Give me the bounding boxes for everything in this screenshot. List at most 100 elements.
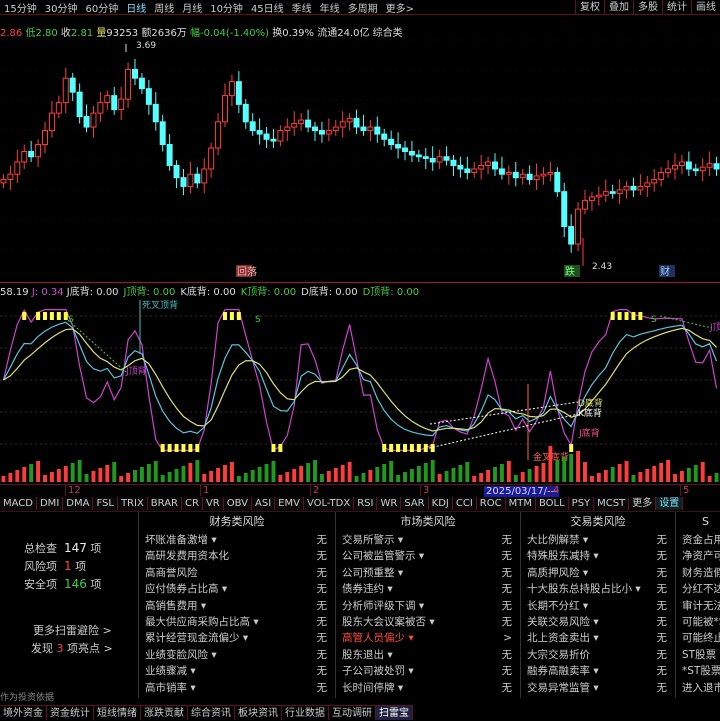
risk-item[interactable]: 高市销率 ▾ 无	[139, 680, 335, 696]
highlights-link[interactable]: 发现 3 项亮点 >	[31, 640, 113, 656]
toolbar-button-0[interactable]: 复权	[575, 0, 604, 15]
risk-item[interactable]: 财务造假	[676, 565, 720, 581]
indicator-tab-cr[interactable]: CR	[182, 497, 203, 510]
risk-item[interactable]: 净资产可	[676, 548, 720, 564]
indicator-tab-trix[interactable]: TRIX	[117, 497, 148, 510]
period-tab-5[interactable]: 月线	[178, 0, 206, 15]
bottom-tab-6[interactable]: 行业数据	[282, 706, 329, 720]
risk-item[interactable]: 融券高融卖率 ▾ 无	[521, 663, 675, 679]
risk-item[interactable]: 长期不分红 ▾ 无	[521, 598, 675, 614]
risk-item[interactable]: 最大供应商采购占比高 ▾ 无	[139, 614, 335, 630]
indicator-tab-rsi[interactable]: RSI	[354, 497, 378, 510]
risk-item[interactable]: 业绩变脸风险 ▾ 无	[139, 647, 335, 663]
period-tab-2[interactable]: 60分钟	[81, 0, 122, 15]
volume-bar	[36, 461, 41, 482]
more-scan-link[interactable]: 更多扫雷避险 >	[33, 622, 112, 638]
risk-item[interactable]: 分析师评级下调 ▾ 无	[336, 598, 520, 614]
indicator-tab-macd[interactable]: MACD	[0, 497, 37, 510]
indicator-tab-vr[interactable]: VR	[202, 497, 224, 510]
risk-item[interactable]: 交易所警示 ▾ 无	[336, 532, 520, 548]
indicator-tab-设置[interactable]: 设置	[656, 497, 684, 510]
bottom-tab-5[interactable]: 板块资讯	[235, 706, 282, 720]
indicator-tab-roc[interactable]: ROC	[476, 497, 506, 510]
risk-item[interactable]: 应付债券占比高 ▾ 无	[139, 581, 335, 597]
risk-item[interactable]: 长时间停牌 ▾ 无	[336, 680, 520, 696]
risk-item[interactable]: 高质押风险 ▾ 无	[521, 565, 675, 581]
risk-item[interactable]: 公司被监管警示 ▾ 无	[336, 548, 520, 564]
period-tab-8[interactable]: 季线	[288, 0, 316, 15]
risk-item[interactable]: 高销售费用 ▾ 无	[139, 598, 335, 614]
period-tab-10[interactable]: 多周期	[344, 0, 382, 15]
risk-item[interactable]: 资金占用	[676, 532, 720, 548]
indicator-tab-cci[interactable]: CCI	[452, 497, 477, 510]
candle	[505, 165, 512, 185]
risk-item[interactable]: 可能终止	[676, 630, 720, 646]
period-tab-4[interactable]: 周线	[150, 0, 178, 15]
risk-item[interactable]: 可能被*S	[676, 614, 720, 630]
indicator-tab-dma[interactable]: DMA	[63, 497, 94, 510]
indicator-tab-obv[interactable]: OBV	[223, 497, 252, 510]
risk-item[interactable]: 债券违约 ▾ 无	[336, 581, 520, 597]
risk-item[interactable]: 关联交易风险 ▾ 无	[521, 614, 675, 630]
period-tab-6[interactable]: 10分钟	[206, 0, 247, 15]
bottom-tab-1[interactable]: 资金统计	[47, 706, 94, 720]
kdj-indicator-chart[interactable]: 死叉顶背金叉底背D底背K底背J底背J顶背J顶背SSS	[0, 294, 720, 484]
toolbar-button-1[interactable]: 叠加	[604, 0, 633, 15]
risk-item[interactable]: 交易异常监管 ▾ 无	[521, 680, 675, 696]
bottom-tab-4[interactable]: 综合资讯	[188, 706, 235, 720]
risk-item-status: 无	[316, 566, 328, 579]
indicator-tab-emv[interactable]: EMV	[275, 497, 304, 510]
risk-item[interactable]: 十大股东总持股占比小 ▾ 无	[521, 581, 675, 597]
period-tab-7[interactable]: 45日线	[247, 0, 288, 15]
bottom-tab-0[interactable]: 境外资金	[0, 706, 47, 720]
indicator-tab-wr[interactable]: WR	[377, 497, 402, 510]
risk-item[interactable]: 子公司被处罚 ▾ 无	[336, 663, 520, 679]
indicator-tab-brar[interactable]: BRAR	[147, 497, 182, 510]
indicator-tab-kdj[interactable]: KDJ	[428, 497, 453, 510]
risk-item[interactable]: 大宗交易折价 无	[521, 647, 675, 663]
indicator-tab-boll[interactable]: BOLL	[535, 497, 569, 510]
risk-item[interactable]: 股东退出 ▾ 无	[336, 647, 520, 663]
risk-item[interactable]: 审计无法	[676, 598, 720, 614]
risk-item[interactable]: 高研发费用资本化 无	[139, 548, 335, 564]
risk-item[interactable]: 累计经营现金流偏少 ▾ 无	[139, 630, 335, 646]
indicator-tab-fsl[interactable]: FSL	[93, 497, 118, 510]
period-tab-3[interactable]: 日线	[122, 0, 150, 15]
period-tab-9[interactable]: 年线	[316, 0, 344, 15]
risk-item[interactable]: ST股票	[676, 647, 720, 663]
bottom-tab-8[interactable]: 扫雷宝	[376, 706, 413, 720]
risk-item[interactable]: 北上资金卖出 ▾ 无	[521, 630, 675, 646]
toolbar-button-3[interactable]: 统计	[662, 0, 691, 15]
bottom-tab-3[interactable]: 涨跌贡献	[141, 706, 188, 720]
risk-column-title: 财务类风险	[209, 515, 265, 528]
indicator-tab-asi[interactable]: ASI	[252, 497, 276, 510]
indicator-tab-mcst[interactable]: MCST	[594, 497, 630, 510]
period-tab-0[interactable]: 15分钟	[0, 0, 41, 15]
indicator-tab-mtm[interactable]: MTM	[505, 497, 536, 510]
indicator-tab-vol-tdx[interactable]: VOL-TDX	[303, 497, 355, 510]
risk-item[interactable]: 高管人员偏少 ▾ >	[336, 630, 520, 646]
candle	[305, 109, 312, 133]
risk-item[interactable]: 大比例解禁 ▾ 无	[521, 532, 675, 548]
indicator-tab-sar[interactable]: SAR	[401, 497, 429, 510]
toolbar-button-4[interactable]: 画线	[691, 0, 720, 15]
risk-item[interactable]: 高商誉风险 无	[139, 565, 335, 581]
risk-item[interactable]: 业绩骤减 ▾ 无	[139, 663, 335, 679]
risk-item[interactable]: 坏账准备激增 ▾ 无	[139, 532, 335, 548]
risk-item[interactable]: 进入退市	[676, 680, 720, 696]
risk-item[interactable]: 分红不达	[676, 581, 720, 597]
toolbar-button-2[interactable]: 多股	[633, 0, 662, 15]
indicator-tab-更多[interactable]: 更多	[629, 497, 657, 510]
period-tab-1[interactable]: 30分钟	[41, 0, 82, 15]
risk-item[interactable]: 公司预重整 ▾ 无	[336, 565, 520, 581]
bottom-tab-7[interactable]: 互动调研	[329, 706, 376, 720]
risk-item[interactable]: *ST股票	[676, 663, 720, 679]
risk-item[interactable]: 股东大会议案被否 ▾ 无	[336, 614, 520, 630]
indicator-tab-dmi[interactable]: DMI	[36, 497, 64, 510]
indicator-tab-psy[interactable]: PSY	[568, 497, 595, 510]
period-tab-11[interactable]: 更多>	[382, 0, 418, 15]
risk-item[interactable]: 特殊股东减持 ▾ 无	[521, 548, 675, 564]
bottom-tab-2[interactable]: 短线情绪	[94, 706, 141, 720]
candlestick-chart[interactable]: 3.69 2.43 回落 跌 财	[0, 38, 720, 282]
volume-bar	[652, 466, 657, 482]
